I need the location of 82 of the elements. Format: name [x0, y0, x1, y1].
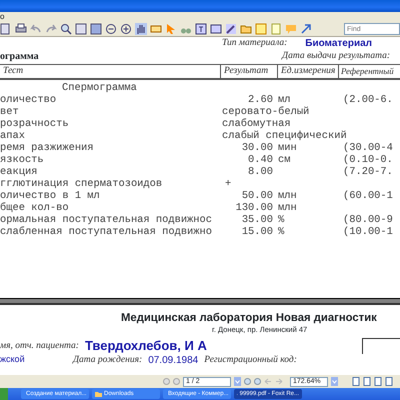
reference-range: (60.00-1 [343, 190, 393, 202]
fit-page-icon[interactable] [75, 23, 87, 35]
reference-range: (10.00-1 [343, 226, 393, 238]
result-value: 130.00 [236, 202, 273, 214]
test-name: розрачность [0, 118, 70, 130]
zoom-plus-icon[interactable] [120, 23, 132, 35]
result-value: слабомутная [222, 118, 291, 130]
continuous-page-icon[interactable] [363, 377, 371, 386]
unit-value: млн [278, 202, 297, 214]
patient-name: Твердохлебов, И А [84, 337, 207, 355]
stamp-icon[interactable] [270, 23, 282, 35]
result-value: 2.60 [248, 94, 273, 106]
field-label: Тип материала: [222, 37, 288, 50]
text-box-icon[interactable] [195, 23, 207, 35]
folder-icon [95, 390, 102, 398]
reference-range: (2.00-6. [343, 94, 393, 106]
field-label: мя, отч. пациента: [0, 340, 79, 353]
section-title: ограмма [0, 50, 39, 64]
image-icon[interactable] [210, 23, 222, 35]
test-name: еакция [0, 166, 38, 178]
reference-range: (30.00-4 [343, 142, 393, 154]
test-name: оличество [0, 94, 58, 106]
result-value: 50.00 [242, 190, 273, 202]
column-header: Ед.измерения [277, 65, 338, 78]
two-column-icon[interactable] [385, 377, 393, 386]
next-page-icon[interactable] [244, 378, 251, 385]
text-select-icon[interactable] [150, 23, 162, 35]
last-page-icon[interactable] [254, 378, 261, 385]
result-value: + [224, 178, 232, 190]
pencil-icon[interactable] [225, 23, 237, 35]
dropdown-arrow-icon[interactable] [234, 377, 241, 386]
fit-width-icon[interactable] [90, 23, 102, 35]
note-icon[interactable] [255, 23, 267, 35]
reference-range: (7.20-7. [343, 166, 393, 178]
start-button-icon[interactable] [0, 388, 8, 400]
page-icon[interactable] [0, 23, 12, 35]
result-value: 35.00 [242, 214, 273, 226]
test-name: ремя разжижения [0, 142, 95, 154]
menu-item[interactable]: o [0, 12, 4, 21]
field-value: Биоматериал [305, 37, 372, 51]
test-name: гглютинация сперматозоидов [0, 178, 164, 190]
reference-range: (0.10-0. [343, 154, 393, 166]
reference-range: (80.00-9 [343, 214, 393, 226]
result-value: слабый специфический [222, 130, 347, 142]
test-name: язкость [0, 154, 45, 166]
first-page-icon[interactable] [163, 378, 170, 385]
column-header: Результат [220, 65, 277, 78]
column-header: Тест [2, 65, 24, 78]
unit-value: млн [278, 190, 297, 202]
result-value: 15.00 [242, 226, 273, 238]
test-name: оличество в 1 мл [0, 190, 101, 202]
test-name: ормальная поступательная подвижнос [0, 214, 214, 226]
field-label: Дата рождения: [73, 354, 142, 367]
birth-date: 07.09.1984 [148, 354, 198, 368]
result-value: серовато-белый [222, 106, 310, 118]
unit-value: мин [278, 142, 297, 154]
previous-page-icon[interactable] [173, 378, 180, 385]
result-value: 8.00 [248, 166, 273, 178]
dropdown-arrow-icon[interactable] [331, 377, 338, 386]
facing-pages-icon[interactable] [374, 377, 382, 386]
diagonal-arrow-icon[interactable] [300, 23, 312, 35]
test-name: вет [0, 106, 20, 118]
unit-value: % [278, 226, 284, 238]
field-label: Регистрационный код: [204, 354, 297, 367]
field-label: Дата выдачи результата: [282, 50, 390, 63]
single-page-icon[interactable] [352, 377, 360, 386]
test-name: апах [0, 130, 26, 142]
pointer-icon[interactable] [165, 23, 177, 35]
unit-value: % [278, 214, 284, 226]
zoom-out-icon[interactable] [105, 23, 117, 35]
zoom-in-icon[interactable] [60, 23, 72, 35]
column-header: Референтный [338, 65, 400, 78]
lab-name: Медицинская лаборатория Новая диагностик [120, 311, 378, 325]
test-name: слабленная поступательная подвижно [0, 226, 214, 238]
unit-value: см [278, 154, 290, 166]
group-title: Спермограмма [61, 82, 138, 94]
printer-icon[interactable] [15, 23, 27, 35]
region-text: жской [0, 353, 26, 366]
unit-value: мл [278, 94, 290, 106]
result-value: 30.00 [242, 142, 273, 154]
test-name: бщее кол-во [0, 202, 70, 214]
result-value: 0.40 [248, 154, 273, 166]
